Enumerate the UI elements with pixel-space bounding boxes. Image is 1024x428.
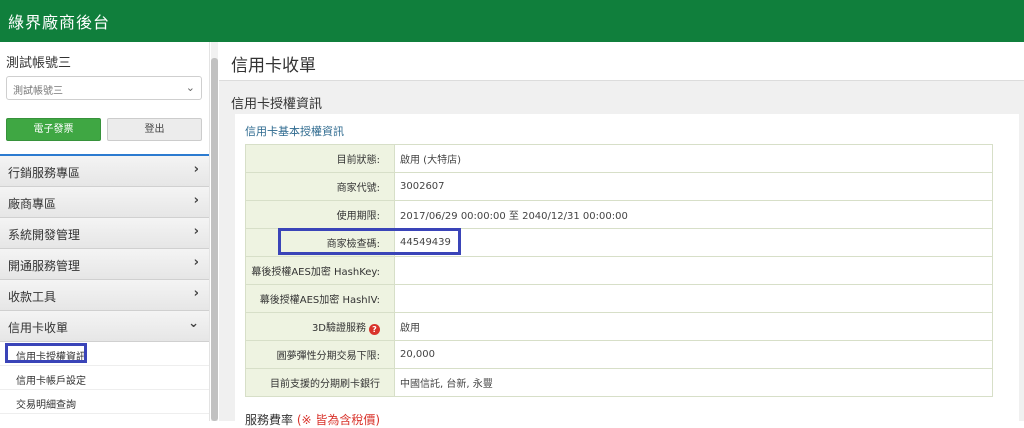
row-label: 3D驗證服務 (311, 322, 366, 334)
highlight-box-submenu (5, 343, 87, 363)
highlight-box-merchant-check-code (278, 228, 461, 255)
table-row: 圓夢彈性分期交易下限: 20,000 (245, 340, 993, 369)
sidebar-scrollbar[interactable] (211, 42, 218, 421)
scrollbar-thumb[interactable] (211, 58, 218, 421)
table-row: 目前狀態: 啟用 (大特店) (245, 144, 993, 173)
sidebar-item-merchant[interactable]: 廠商專區 › (0, 187, 209, 218)
row-label-3d: 3D驗證服務? (245, 312, 395, 341)
page-title: 信用卡收單 (219, 42, 1024, 81)
row-value: 2017/06/29 00:00:00 至 2040/12/31 00:00:0… (394, 200, 993, 229)
sidebar-item-service-activation[interactable]: 開通服務管理 › (0, 249, 209, 280)
sidebar-item-system-dev[interactable]: 系統開發管理 › (0, 218, 209, 249)
sidebar-item-label: 系統開發管理 (8, 228, 81, 242)
chevron-right-icon: › (193, 255, 199, 270)
chevron-down-icon: ⌄ (185, 81, 195, 94)
submenu-item-label: 交易明細查詢 (16, 400, 76, 411)
chevron-right-icon: › (193, 224, 199, 239)
chevron-right-icon: › (193, 193, 199, 208)
chevron-right-icon: › (193, 286, 199, 301)
chevron-down-icon: ⌄ (188, 316, 199, 331)
table-row: 幕後授權AES加密 HashKey: (245, 256, 993, 285)
table-row: 目前支援的分期刷卡銀行 中國信託, 台新, 永豐 (245, 368, 993, 397)
row-value: 啟用 (394, 312, 993, 341)
row-label: 幕後授權AES加密 HashIV: (245, 284, 395, 313)
table-row: 幕後授權AES加密 HashIV: (245, 284, 993, 313)
sidebar-item-marketing[interactable]: 行銷服務專區 › (0, 156, 209, 187)
row-value (394, 256, 993, 285)
row-value: 中國信託, 台新, 永豐 (394, 368, 993, 397)
sidebar-item-label: 廠商專區 (8, 197, 57, 211)
chevron-right-icon: › (193, 162, 199, 177)
e-invoice-button[interactable]: 電子發票 (6, 118, 101, 141)
row-label: 使用期限: (245, 200, 395, 229)
submenu-item-label: 信用卡帳戶設定 (16, 376, 86, 387)
fee-title: 服務費率 (245, 413, 294, 427)
sidebar-item-label: 收款工具 (8, 290, 57, 304)
sidebar-item-label: 信用卡收單 (8, 321, 69, 335)
row-value: 44549439 (394, 228, 993, 257)
row-label: 目前支援的分期刷卡銀行 (245, 368, 395, 397)
row-label: 幕後授權AES加密 HashKey: (245, 256, 395, 285)
auth-info-table: 目前狀態: 啟用 (大特店) 商家代號: 3002607 使用期限: 2017/… (245, 144, 993, 397)
account-select-value: 測試帳號三 (13, 86, 63, 97)
account-select[interactable]: 測試帳號三 ⌄ (6, 76, 202, 100)
sidebar: 測試帳號三 測試帳號三 ⌄ 電子發票 登出 行銷服務專區 › 廠商專區 › 系統… (0, 42, 210, 421)
app-title: 綠界廠商後台 (8, 13, 111, 32)
row-label: 圓夢彈性分期交易下限: (245, 340, 395, 369)
row-label: 商家代號: (245, 172, 395, 201)
sidebar-item-label: 行銷服務專區 (8, 166, 81, 180)
submenu-item-account-settings[interactable]: 信用卡帳戶設定 (0, 366, 209, 390)
fee-section-title: 服務費率 (※ 皆為含稅價) (245, 411, 380, 428)
row-value: 啟用 (大特店) (394, 144, 993, 173)
row-value: 3002607 (394, 172, 993, 201)
fee-tax-note: (※ 皆為含稅價) (296, 413, 381, 427)
account-name: 測試帳號三 (6, 56, 72, 71)
table-row: 3D驗證服務? 啟用 (245, 312, 993, 341)
row-value: 20,000 (394, 340, 993, 369)
sidebar-item-credit-card[interactable]: 信用卡收單 ⌄ (0, 311, 209, 342)
section-title: 信用卡授權資訊 (231, 97, 323, 112)
sidebar-menu: 行銷服務專區 › 廠商專區 › 系統開發管理 › 開通服務管理 › 收款工具 ›… (0, 156, 209, 414)
card-title: 信用卡基本授權資訊 (245, 125, 344, 138)
top-bar: 綠界廠商後台 (0, 0, 1024, 42)
question-circle-icon[interactable]: ? (369, 323, 380, 335)
auth-info-card: 信用卡基本授權資訊 目前狀態: 啟用 (大特店) 商家代號: 3002607 使… (235, 114, 1019, 424)
submenu-item-transaction-query[interactable]: 交易明細查詢 (0, 390, 209, 414)
row-value (394, 284, 993, 313)
logout-button[interactable]: 登出 (107, 118, 202, 141)
table-row: 使用期限: 2017/06/29 00:00:00 至 2040/12/31 0… (245, 200, 993, 229)
sidebar-item-label: 開通服務管理 (8, 259, 81, 273)
table-row: 商家代號: 3002607 (245, 172, 993, 201)
row-label: 目前狀態: (245, 144, 395, 173)
sidebar-item-payment-tools[interactable]: 收款工具 › (0, 280, 209, 311)
